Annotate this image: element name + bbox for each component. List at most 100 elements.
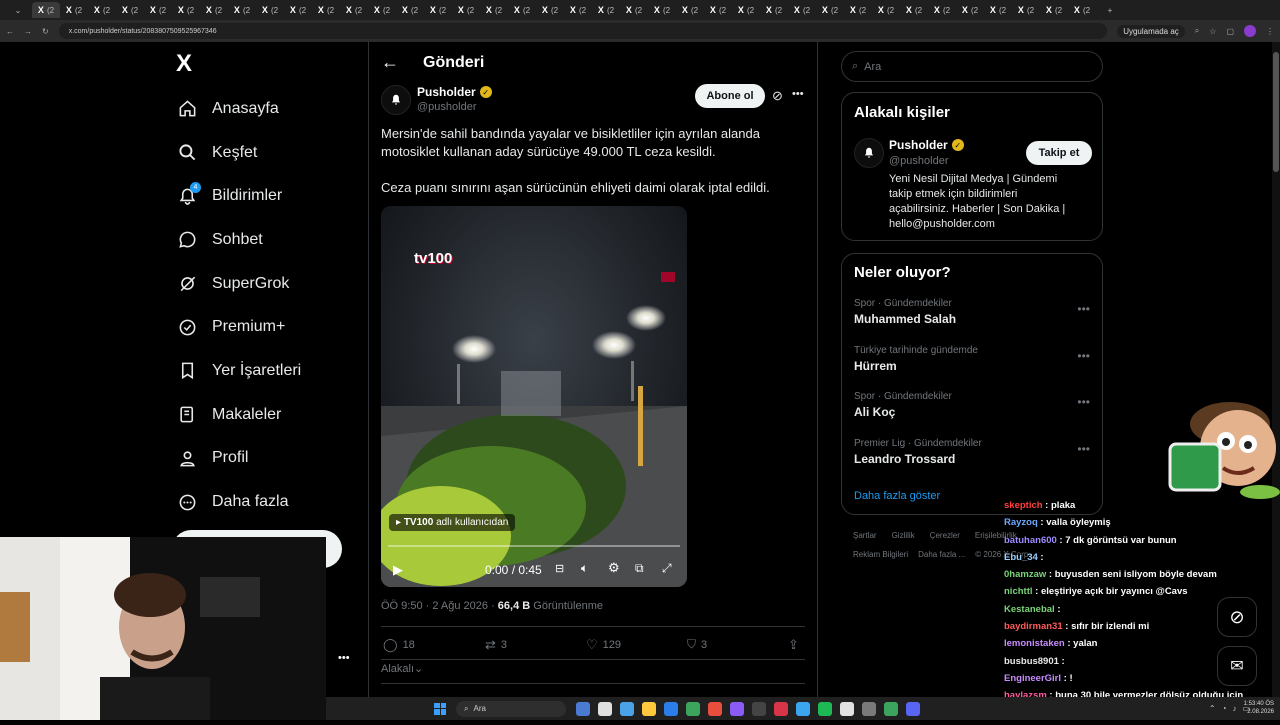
browser-tab[interactable]: X (2 — [704, 2, 732, 18]
trend-item[interactable]: Spor · Gündemdekiler Ali Koç — [854, 391, 1094, 419]
reload-icon[interactable]: ↻ — [42, 27, 49, 36]
browser-tab[interactable]: X (2 — [312, 2, 340, 18]
scrollbar-thumb[interactable] — [1273, 52, 1279, 172]
browser-tab[interactable]: X (2 — [340, 2, 368, 18]
pip-icon[interactable]: ⧉ — [635, 561, 644, 576]
author-name[interactable]: Pusholder — [417, 85, 476, 99]
grok-icon[interactable]: ⊘ — [772, 88, 783, 104]
profile-avatar[interactable] — [1244, 25, 1256, 37]
browser-tab[interactable]: X (2 — [1040, 2, 1068, 18]
volume-icon[interactable]: 🔈︎ — [581, 561, 588, 576]
browser-tab[interactable]: X (2 — [844, 2, 872, 18]
windows-start-icon[interactable] — [434, 702, 446, 715]
speaker-icon[interactable]: ♪ — [1232, 704, 1236, 713]
taskbar-app-icon[interactable] — [818, 701, 832, 716]
browser-tab[interactable]: X (2 — [928, 2, 956, 18]
nav-item-ke-fet[interactable]: Keşfet — [176, 131, 360, 175]
more-options-icon[interactable]: ••• — [792, 88, 804, 100]
browser-tab[interactable]: X (2 — [424, 2, 452, 18]
nav-item-premium-[interactable]: Premium+ — [176, 305, 360, 349]
browser-tab[interactable]: X (2 — [508, 2, 536, 18]
browser-tab[interactable]: X (2 — [676, 2, 704, 18]
x-logo[interactable]: X — [176, 50, 360, 80]
taskbar-app-icon[interactable] — [840, 701, 854, 716]
new-tab-button[interactable]: + — [1096, 2, 1124, 18]
person-name[interactable]: Pusholder — [889, 138, 948, 152]
browser-tab[interactable]: X (2 — [368, 2, 396, 18]
bookmark-button[interactable]: ⛉ 3 — [687, 637, 707, 652]
back-icon[interactable]: ← — [6, 27, 14, 36]
trend-more-icon[interactable]: ••• — [1077, 349, 1090, 363]
subscribe-button[interactable]: Abone ol — [695, 84, 765, 108]
browser-tab[interactable]: X (2 — [284, 2, 312, 18]
footer-link[interactable]: Şartlar — [853, 531, 877, 540]
video-credit[interactable]: ▸ TV100 adlı kullanıcıdan — [389, 514, 516, 531]
taskbar-app-icon[interactable] — [686, 701, 700, 716]
tab-search-icon[interactable]: ⌄ — [4, 2, 32, 18]
browser-tab[interactable]: X (2 — [200, 2, 228, 18]
like-button[interactable]: ♡ 129 — [586, 637, 621, 653]
browser-tab[interactable]: X (2 — [956, 2, 984, 18]
video-player[interactable]: tv100 ▸ TV100 adlı kullanıcıdan ▶ 0:00 /… — [381, 206, 687, 587]
browser-tab[interactable]: X (2 — [648, 2, 676, 18]
fullscreen-icon[interactable]: ⤢ — [662, 561, 672, 576]
footer-link[interactable]: Reklam Bilgileri — [853, 550, 908, 559]
trend-more-icon[interactable]: ••• — [1077, 395, 1090, 409]
taskbar-app-icon[interactable] — [664, 701, 678, 716]
person-avatar[interactable] — [854, 138, 884, 168]
related-dropdown[interactable]: Alakalı⌄ — [381, 662, 423, 675]
browser-tab[interactable]: X (2 — [32, 2, 60, 18]
browser-tab[interactable]: X (2 — [760, 2, 788, 18]
star-icon[interactable]: ☆ — [1209, 27, 1216, 36]
nav-item-profil[interactable]: Profil — [176, 437, 360, 481]
search-box[interactable]: ⌕ Ara — [841, 51, 1103, 82]
author-avatar[interactable] — [381, 85, 411, 115]
repost-button[interactable]: ⇄ 3 — [485, 637, 507, 653]
wifi-icon[interactable]: ◔ — [1222, 704, 1227, 713]
taskbar-app-icon[interactable] — [752, 701, 766, 716]
browser-tab[interactable]: X (2 — [536, 2, 564, 18]
taskbar-app-icon[interactable] — [884, 701, 898, 716]
share-icon[interactable]: ⇪ — [788, 637, 799, 653]
post-timestamp[interactable]: ÖÖ 9:50 · 2 Ağu 2026 · — [381, 600, 498, 612]
browser-tab[interactable]: X (2 — [1068, 2, 1096, 18]
browser-tab[interactable]: X (2 — [88, 2, 116, 18]
video-progress-track[interactable] — [388, 545, 680, 547]
nav-item-daha-fazla[interactable]: Daha fazla — [176, 480, 360, 524]
taskbar-app-icon[interactable] — [620, 701, 634, 716]
browser-tab[interactable]: X (2 — [396, 2, 424, 18]
forward-icon[interactable]: → — [24, 27, 32, 36]
extensions-icon[interactable]: ▢ — [1226, 27, 1234, 36]
zoom-icon[interactable]: ⌕ — [1195, 26, 1199, 36]
browser-tab[interactable]: X (2 — [256, 2, 284, 18]
taskbar-app-icon[interactable] — [730, 701, 744, 716]
browser-tab[interactable]: X (2 — [228, 2, 256, 18]
footer-link[interactable]: Daha fazla ... — [918, 550, 965, 559]
taskbar-app-icon[interactable] — [796, 701, 810, 716]
trend-item[interactable]: Premier Lig · Gündemdekiler Leandro Tross… — [854, 438, 1094, 466]
taskbar-app-icon[interactable] — [774, 701, 788, 716]
taskbar-app-icon[interactable] — [598, 701, 612, 716]
nav-item-makaleler[interactable]: Makaleler — [176, 393, 360, 437]
nav-item-bildirimler[interactable]: 4 Bildirimler — [176, 174, 360, 218]
trend-more-icon[interactable]: ••• — [1077, 302, 1090, 316]
menu-icon[interactable]: ⋮ — [1266, 27, 1274, 36]
browser-tab[interactable]: X (2 — [900, 2, 928, 18]
settings-icon[interactable]: ⚙ — [608, 560, 620, 576]
taskbar-app-icon[interactable] — [642, 701, 656, 716]
nav-item-anasayfa[interactable]: Anasayfa — [176, 87, 360, 131]
browser-tab[interactable]: X (2 — [172, 2, 200, 18]
taskbar-app-icon[interactable] — [906, 701, 920, 716]
browser-tab[interactable]: X (2 — [872, 2, 900, 18]
back-arrow-icon[interactable]: ← — [381, 52, 399, 73]
browser-tab[interactable]: X (2 — [984, 2, 1012, 18]
follow-button[interactable]: Takip et — [1026, 141, 1092, 165]
browser-tab[interactable]: X (2 — [144, 2, 172, 18]
browser-tab[interactable]: X (2 — [480, 2, 508, 18]
footer-link[interactable]: Çerezler — [930, 531, 960, 540]
taskbar-app-icon[interactable] — [576, 701, 590, 716]
browser-tab[interactable]: X (2 — [788, 2, 816, 18]
browser-tab[interactable]: X (2 — [592, 2, 620, 18]
browser-tab[interactable]: X (2 — [620, 2, 648, 18]
chevron-up-icon[interactable]: ⌃ — [1209, 704, 1216, 713]
